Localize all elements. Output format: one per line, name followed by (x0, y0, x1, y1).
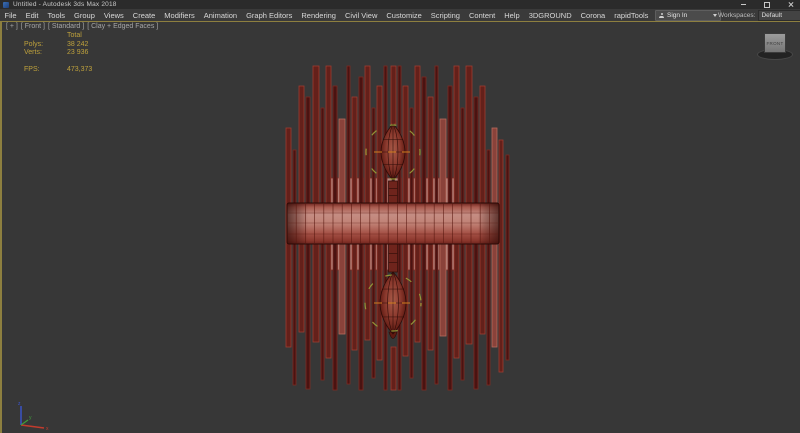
viewport-border-left (0, 21, 2, 433)
menu-item-modifiers[interactable]: Modifiers (160, 11, 199, 20)
menu-item-3dground[interactable]: 3DGROUND (524, 11, 576, 20)
workspaces-control: Workspaces: Default (718, 10, 800, 21)
menu-item-help[interactable]: Help (500, 11, 524, 20)
minimize-icon (741, 4, 746, 5)
chevron-down-icon (713, 14, 717, 17)
viewport-border-top (0, 21, 800, 22)
close-button[interactable] (786, 0, 796, 9)
menu-item-scripting[interactable]: Scripting (426, 11, 464, 20)
menu-item-tools[interactable]: Tools (43, 11, 70, 20)
menu-item-rendering[interactable]: Rendering (297, 11, 341, 20)
menu-item-group[interactable]: Group (70, 11, 100, 20)
menu-item-edit[interactable]: Edit (21, 11, 43, 20)
viewport-menu-pov[interactable]: [ Front ] (21, 23, 45, 30)
3dsmax-logo-icon (3, 2, 9, 8)
viewport-menu-general[interactable]: [ + ] (6, 23, 18, 30)
sign-in-button[interactable]: Sign In (655, 10, 721, 21)
minimize-button[interactable] (738, 0, 748, 9)
stats-total-header: Total (67, 32, 82, 41)
viewport-statistics: Total Polys:38 242Verts:23 936 FPS: 473,… (24, 32, 92, 74)
3dsmax-window: Untitled - Autodesk 3ds Max 2018 FileEdi… (0, 0, 800, 433)
menu-item-corona[interactable]: Corona (576, 11, 610, 20)
menu-item-graph-editors[interactable]: Graph Editors (242, 11, 297, 20)
viewcube-front-face[interactable]: FRONT (764, 33, 786, 53)
viewport-menu-standard[interactable]: [ Standard ] (48, 23, 84, 30)
menu-item-customize[interactable]: Customize (382, 11, 426, 20)
workspaces-selected-value: Default (761, 12, 782, 19)
stats-fps-row: FPS: 473,373 (24, 66, 92, 75)
stats-label: Polys: (24, 41, 67, 50)
user-icon (659, 13, 664, 18)
menu-item-animation[interactable]: Animation (199, 11, 241, 20)
menu-item-views[interactable]: Views (99, 11, 128, 20)
y-axis-label: y (29, 415, 32, 421)
stats-verts-row: Verts:23 936 (24, 49, 92, 58)
stats-label: Verts: (24, 49, 67, 58)
menu-bar: FileEditToolsGroupViewsCreateModifiersAn… (0, 9, 800, 21)
menu-item-create[interactable]: Create (128, 11, 160, 20)
title-bar: Untitled - Autodesk 3ds Max 2018 (0, 0, 800, 9)
window-title: Untitled - Autodesk 3ds Max 2018 (13, 1, 117, 8)
viewport-label: [ + ][ Front ][ Standard ][ Clay + Edged… (6, 23, 158, 30)
menu-item-content[interactable]: Content (464, 11, 499, 20)
x-axis-line (21, 425, 44, 428)
fps-value: 473,373 (67, 66, 92, 75)
menu-items: FileEditToolsGroupViewsCreateModifiersAn… (0, 11, 653, 20)
maximize-icon (764, 2, 770, 8)
viewcube[interactable]: FRONT (755, 30, 795, 62)
menu-item-civil-view[interactable]: Civil View (340, 11, 381, 20)
close-icon (788, 2, 794, 8)
menu-item-file[interactable]: File (0, 11, 21, 20)
viewport-front[interactable]: [ + ][ Front ][ Standard ][ Clay + Edged… (2, 22, 800, 433)
stats-value: 38 242 (67, 41, 88, 50)
stats-value: 23 936 (67, 49, 88, 58)
workspaces-label: Workspaces: (718, 12, 755, 19)
workspaces-select[interactable]: Default (758, 10, 800, 21)
viewport-canvas[interactable] (2, 22, 800, 433)
sign-in-label: Sign In (667, 12, 687, 19)
viewport-menu-shading[interactable]: [ Clay + Edged Faces ] (87, 23, 158, 30)
stats-polys-row: Polys:38 242 (24, 41, 92, 50)
x-axis-label: x (46, 426, 49, 431)
y-axis-line (21, 420, 28, 425)
stats-header-row: Total (24, 32, 92, 41)
maximize-button[interactable] (762, 0, 772, 9)
model-center-band[interactable] (287, 203, 499, 244)
menu-item-rapidtools[interactable]: rapidTools (610, 11, 653, 20)
world-axis-tripod: z x y (12, 399, 56, 431)
fps-label: FPS: (24, 66, 67, 75)
